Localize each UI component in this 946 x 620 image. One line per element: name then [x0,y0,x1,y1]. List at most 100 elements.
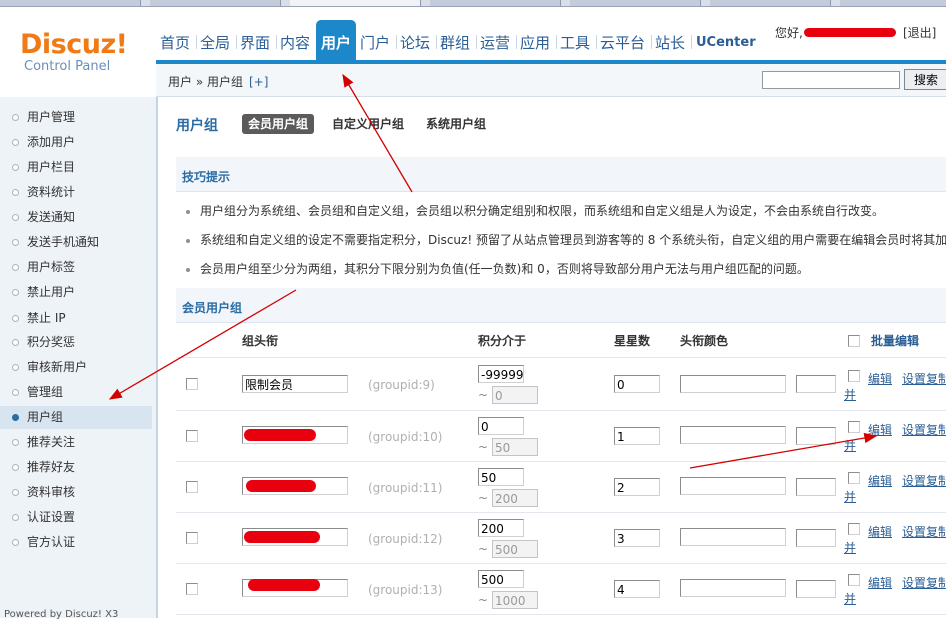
row-checkbox[interactable] [186,481,198,493]
merge-link[interactable]: 并 [844,437,856,454]
credits-low-input[interactable]: 50 [478,468,524,486]
merge-link[interactable]: 并 [844,488,856,505]
stars-input[interactable]: 2 [614,478,660,496]
search-input[interactable] [762,71,900,89]
edit-link[interactable]: 编辑 [868,472,892,489]
sidebar-item-user-manage[interactable]: 用户管理 [0,106,152,129]
color-swatch-input[interactable] [796,529,836,547]
copy-settings-link[interactable]: 设置复制 [902,370,946,387]
browser-tab[interactable] [0,0,141,6]
stars-input[interactable]: 3 [614,529,660,547]
row-checkbox[interactable] [186,378,198,390]
name-redaction [244,531,320,543]
copy-settings-link[interactable]: 设置复制 [902,472,946,489]
copy-settings-link[interactable]: 设置复制 [902,574,946,591]
sidebar-item-admin-groups[interactable]: 管理组 [0,381,152,404]
tab-system-groups[interactable]: 系统用户组 [420,114,492,134]
title-color-input[interactable] [680,426,786,444]
sidebar-item-send-sms[interactable]: 发送手机通知 [0,231,152,254]
nav-portal[interactable]: 门户 [360,20,390,60]
nav-tools[interactable]: 工具 [560,20,590,60]
browser-tab[interactable] [710,0,831,6]
sidebar-item-user-tags[interactable]: 用户标签 [0,256,152,279]
color-swatch-input[interactable] [796,478,836,496]
browser-tab[interactable] [430,0,561,6]
add-shortcut-link[interactable]: [+] [249,75,268,89]
sidebar-item-official-verify[interactable]: 官方认证 [0,531,152,554]
nav-home[interactable]: 首页 [160,20,190,60]
sidebar-item-verify-settings[interactable]: 认证设置 [0,506,152,529]
title-color-input[interactable] [680,579,786,597]
search-button[interactable]: 搜索 [904,69,946,90]
row-select-checkbox[interactable] [848,574,860,586]
credits-low-input[interactable]: 500 [478,570,524,588]
row-select-checkbox[interactable] [848,370,860,382]
sidebar-item-add-user[interactable]: 添加用户 [0,131,152,154]
merge-link[interactable]: 并 [844,386,856,403]
edit-link[interactable]: 编辑 [868,574,892,591]
sidebar-item-send-notice[interactable]: 发送通知 [0,206,152,229]
nav-cloud[interactable]: 云平台 [600,20,645,60]
color-swatch-input[interactable] [796,580,836,598]
nav-users[interactable]: 用户 [316,20,356,60]
sidebar-item-recommend-follow[interactable]: 推荐关注 [0,431,152,454]
edit-link[interactable]: 编辑 [868,421,892,438]
logo[interactable]: Discuz! Control Panel [0,7,156,97]
stars-input[interactable]: 1 [614,427,660,445]
browser-tab[interactable] [570,0,701,6]
copy-settings-link[interactable]: 设置复制 [902,523,946,540]
edit-link[interactable]: 编辑 [868,370,892,387]
browser-tab[interactable] [840,0,946,6]
tab-member-groups[interactable]: 会员用户组 [242,114,315,134]
row-checkbox[interactable] [186,583,198,595]
stars-input[interactable]: 4 [614,580,660,598]
sidebar-item-user-groups[interactable]: 用户组 [0,406,152,429]
nav-operation[interactable]: 运营 [480,20,510,60]
row-select-checkbox[interactable] [848,523,860,535]
credits-high-input: 200 [492,489,538,507]
edit-link[interactable]: 编辑 [868,523,892,540]
nav-content[interactable]: 内容 [280,20,310,60]
credits-low-input[interactable]: 200 [478,519,524,537]
credits-low-input[interactable]: 0 [478,417,524,435]
sidebar-item-ban-ip[interactable]: 禁止 IP [0,307,152,330]
row-select-checkbox[interactable] [848,421,860,433]
row-divider [176,357,946,358]
color-swatch-input[interactable] [796,427,836,445]
sidebar-item-profile-review[interactable]: 资料审核 [0,481,152,504]
stars-input[interactable]: 0 [614,375,660,393]
sidebar-item-review-new-users[interactable]: 审核新用户 [0,356,152,379]
row-select-checkbox[interactable] [848,472,860,484]
nav-webmaster[interactable]: 站长 [655,20,685,60]
tab-custom-groups[interactable]: 自定义用户组 [326,114,410,134]
batch-edit-link[interactable]: 批量编辑 [871,332,919,349]
title-color-input[interactable] [680,477,786,495]
browser-tab[interactable] [150,0,281,6]
title-color-input[interactable] [680,528,786,546]
group-name-input[interactable]: 限制会员 [242,375,348,393]
copy-settings-link[interactable]: 设置复制 [902,421,946,438]
nav-forum[interactable]: 论坛 [400,20,430,60]
sidebar-item-credit-reward[interactable]: 积分奖惩 [0,331,152,354]
groups-heading: 会员用户组 [182,301,243,315]
range-tilde: ~ [478,440,489,454]
sidebar-item-recommend-friends[interactable]: 推荐好友 [0,456,152,479]
browser-tab-active[interactable] [290,0,421,6]
logout-link[interactable]: [退出] [903,24,936,41]
nav-global[interactable]: 全局 [200,20,230,60]
merge-link[interactable]: 并 [844,590,856,607]
sidebar-item-ban-user[interactable]: 禁止用户 [0,281,152,304]
color-swatch-input[interactable] [796,375,836,393]
sidebar-item-user-fields[interactable]: 用户栏目 [0,156,152,179]
nav-group[interactable]: 群组 [440,20,470,60]
sidebar-item-profile-stats[interactable]: 资料统计 [0,181,152,204]
title-color-input[interactable] [680,375,786,393]
nav-apps[interactable]: 应用 [520,20,550,60]
nav-interface[interactable]: 界面 [240,20,270,60]
batch-edit-checkbox[interactable] [848,335,860,347]
row-checkbox[interactable] [186,430,198,442]
merge-link[interactable]: 并 [844,539,856,556]
credits-low-input[interactable]: -99999 [478,365,524,383]
row-checkbox[interactable] [186,532,198,544]
nav-ucenter[interactable]: UCenter [696,20,756,60]
